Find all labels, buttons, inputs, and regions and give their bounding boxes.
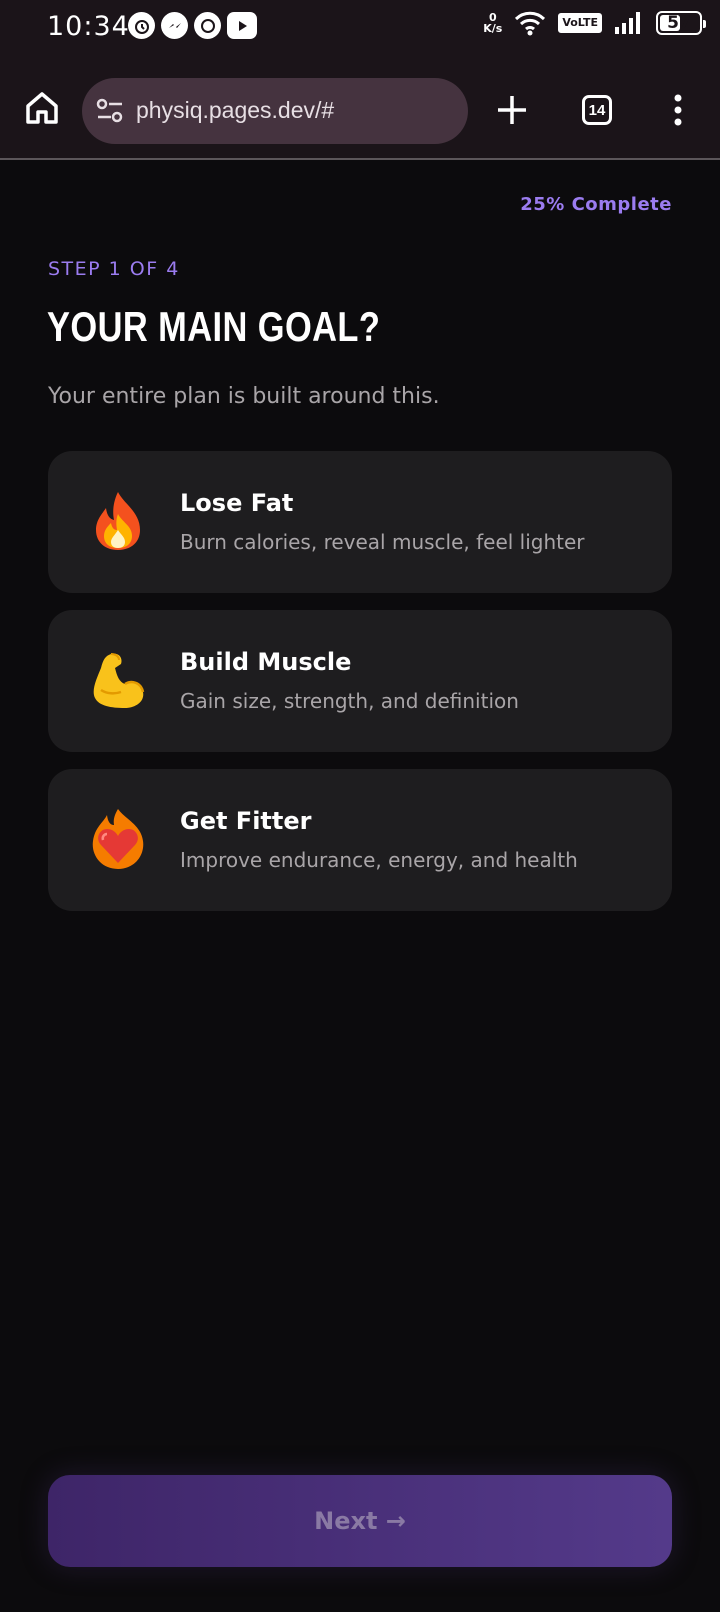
- alarm-icon: [128, 12, 155, 39]
- next-button[interactable]: Next →: [48, 1475, 672, 1567]
- option-build-muscle[interactable]: Build Muscle Gain size, strength, and de…: [48, 610, 672, 752]
- new-tab-icon[interactable]: [496, 94, 528, 126]
- option-description: Improve endurance, energy, and health: [180, 848, 578, 872]
- heart-on-fire-icon: [86, 807, 150, 871]
- battery-icon: 57: [656, 11, 706, 35]
- wifi-icon: [515, 11, 546, 36]
- flexed-biceps-icon: [86, 648, 150, 712]
- status-time: 10:34: [47, 11, 130, 42]
- option-lose-fat[interactable]: Lose Fat Burn calories, reveal muscle, f…: [48, 451, 672, 593]
- signal-icon: [615, 12, 640, 34]
- youtube-icon: [227, 12, 257, 39]
- volte-badge: VoLTE: [558, 13, 602, 33]
- network-speed: 0 K/s: [483, 12, 502, 34]
- fire-icon: [86, 489, 150, 553]
- option-title: Lose Fat: [180, 489, 294, 517]
- status-bar: 10:34 0 K/s VoLTE 57: [0, 0, 720, 56]
- option-title: Get Fitter: [180, 807, 312, 835]
- site-settings-icon[interactable]: [96, 98, 124, 124]
- address-bar[interactable]: physiq.pages.dev/#: [82, 78, 468, 144]
- option-description: Gain size, strength, and definition: [180, 689, 519, 713]
- network-speed-unit: K/s: [483, 22, 503, 35]
- home-icon[interactable]: [24, 90, 60, 126]
- notification-icons: [128, 12, 257, 39]
- option-get-fitter[interactable]: Get Fitter Improve endurance, energy, an…: [48, 769, 672, 911]
- page-subtitle: Your entire plan is built around this.: [48, 384, 440, 409]
- whatsapp-icon: [194, 12, 221, 39]
- page-title: YOUR MAIN GOAL?: [47, 303, 381, 350]
- step-label: STEP 1 OF 4: [48, 258, 180, 280]
- option-title: Build Muscle: [180, 648, 352, 676]
- goal-options: Lose Fat Burn calories, reveal muscle, f…: [48, 451, 672, 928]
- tab-switcher-button[interactable]: 14: [582, 95, 612, 125]
- browser-toolbar: physiq.pages.dev/# 14: [0, 56, 720, 160]
- option-description: Burn calories, reveal muscle, feel light…: [180, 530, 585, 554]
- battery-level: 57: [667, 13, 691, 33]
- url-text[interactable]: physiq.pages.dev/#: [136, 97, 334, 124]
- more-menu-icon[interactable]: [672, 94, 684, 126]
- messenger-icon: [161, 12, 188, 39]
- progress-label: 25% Complete: [520, 194, 672, 215]
